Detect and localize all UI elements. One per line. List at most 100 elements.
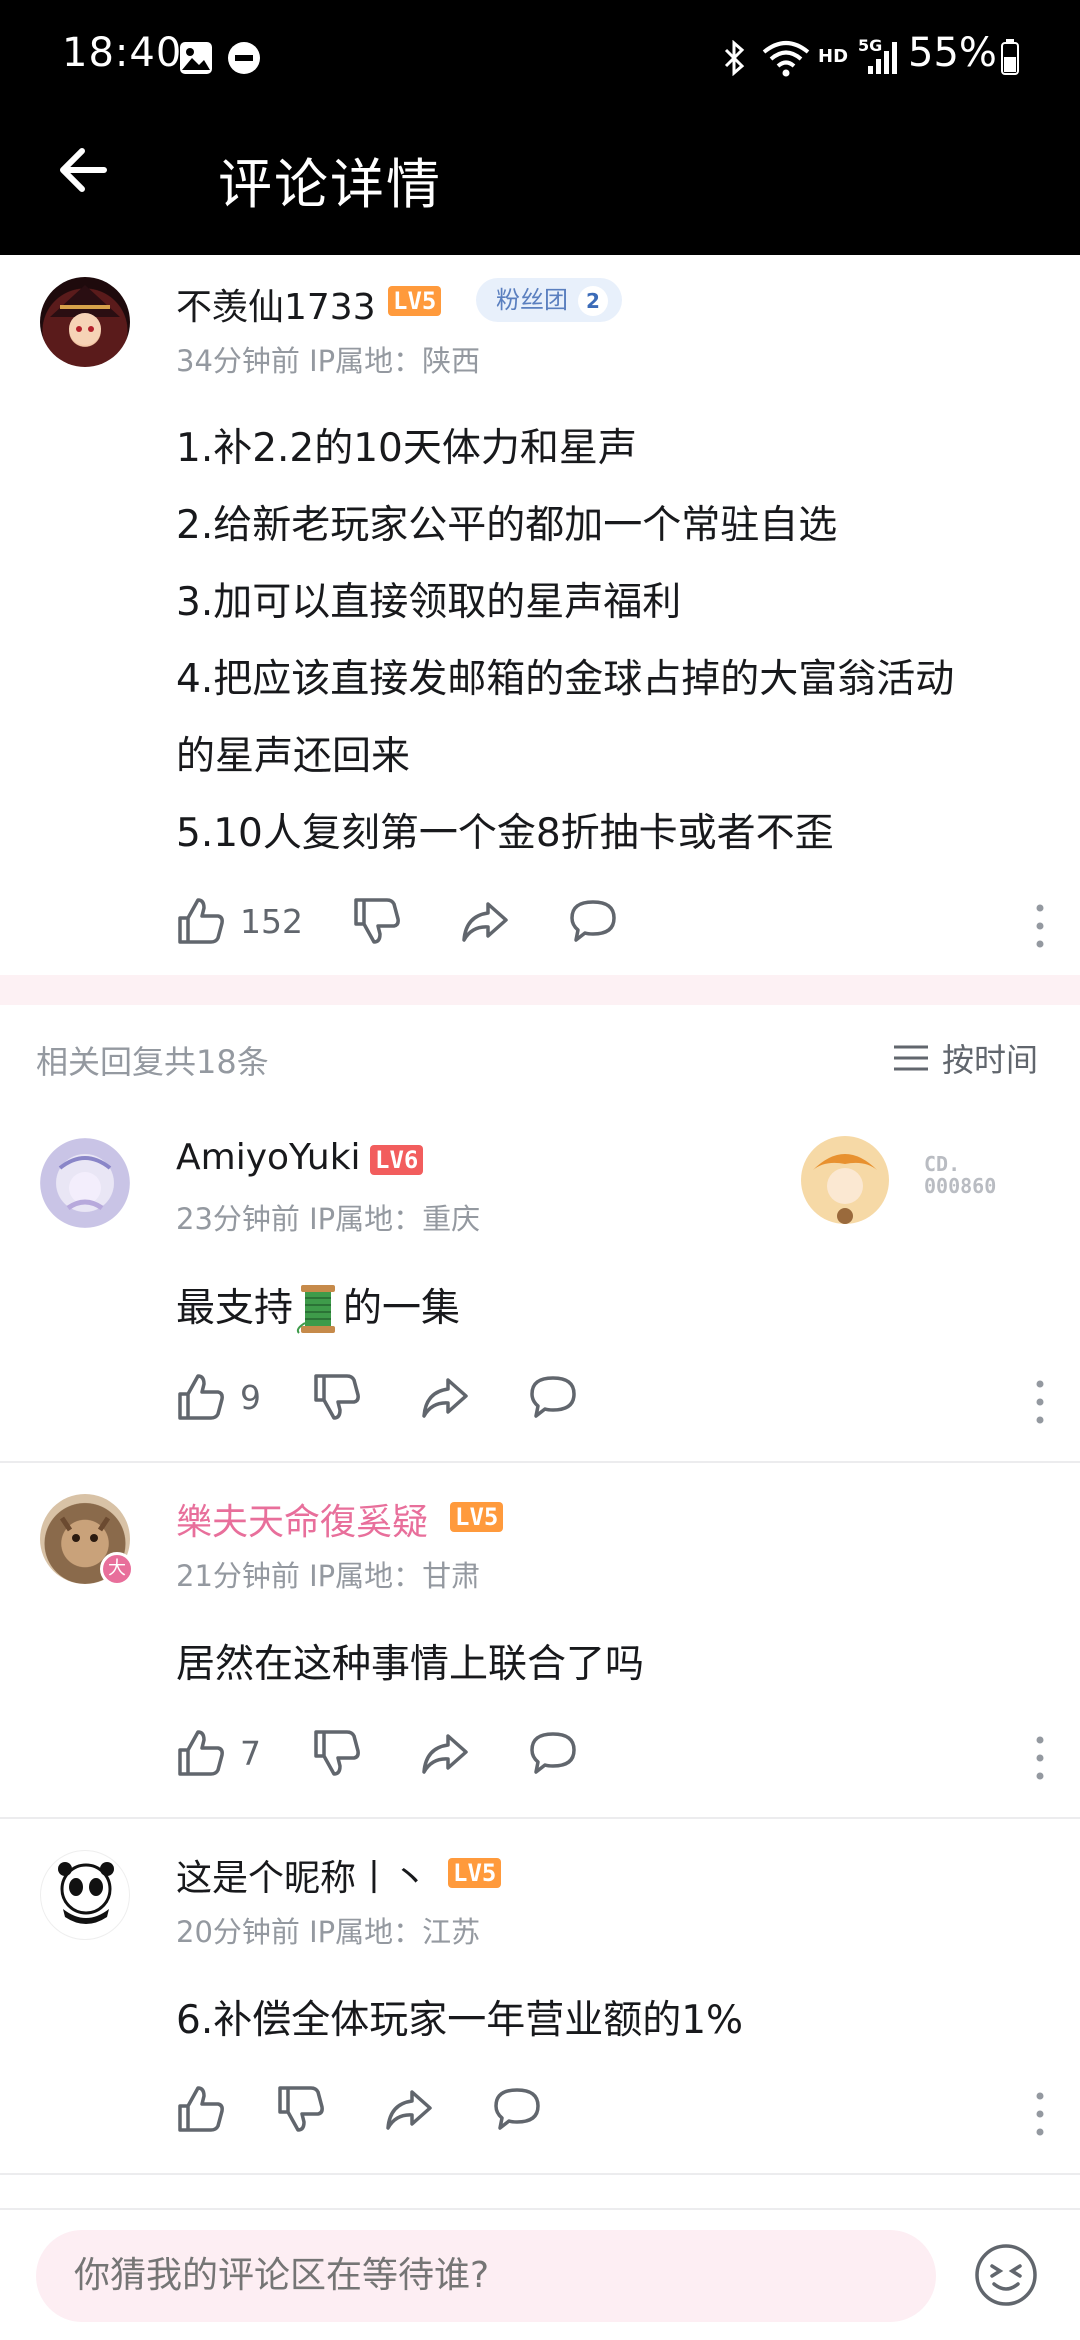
username[interactable]: 樂夫天命復奚疑 (176, 1493, 428, 1545)
sort-lines-icon (894, 1045, 928, 1071)
fan-club-level: 2 (578, 286, 608, 316)
comment-line: 5.10人复刻第一个金8折抽卡或者不歪 (176, 811, 834, 856)
dislike-button[interactable] (312, 1372, 362, 1422)
share-button[interactable] (460, 896, 510, 946)
share-icon (422, 1734, 468, 1774)
divider (0, 1817, 1080, 1819)
reply-count: 相关回复共18条 (36, 1043, 269, 1081)
like-button[interactable]: 9 (176, 1372, 261, 1422)
emoji-face-icon[interactable] (973, 2242, 1039, 2308)
battery-percent: 55% (908, 30, 997, 76)
thumb-down-icon (278, 2086, 324, 2132)
panda-avatar-icon (58, 1862, 114, 1924)
username[interactable]: 不羡仙1733 (176, 278, 376, 330)
avatar[interactable] (40, 1850, 130, 1940)
like-button[interactable]: 152 (176, 896, 303, 946)
thumb-down-icon (314, 1730, 360, 1776)
thumb-up-icon (178, 2086, 224, 2132)
more-options-icon[interactable] (1030, 1734, 1050, 1782)
share-icon (422, 1378, 468, 1418)
comment-body: 1.补2.2的10天体力和星声 2.给新老玩家公平的都加一个常驻自选 3.加可以… (176, 410, 954, 872)
avatar-art (58, 1156, 112, 1211)
image-icon (180, 42, 212, 74)
comment-body: 6.补偿全体玩家一年营业额的1% (176, 1998, 744, 2043)
username[interactable]: AmiyoYuki (176, 1137, 361, 1178)
like-count: 152 (240, 901, 303, 941)
back-arrow-icon[interactable] (50, 135, 120, 205)
comment-bubble-icon (530, 1376, 576, 1418)
thumb-up-icon (178, 1374, 224, 1420)
share-button[interactable] (420, 1728, 470, 1778)
comment-actions: 152 (176, 896, 1080, 956)
more-options-icon[interactable] (1030, 1378, 1050, 1426)
sort-label: 按时间 (942, 1041, 1039, 1079)
bluetooth-icon (724, 40, 745, 76)
dislike-button[interactable] (276, 2084, 326, 2134)
level-badge: LV5 (448, 1858, 502, 1888)
top-bar: 18:40 HD 5G 55% 评论详情 (0, 0, 1080, 255)
thumb-down-icon (314, 1374, 360, 1420)
level-badge: LV5 (450, 1502, 504, 1532)
avatar-art (50, 285, 120, 345)
fan-club-label: 粉丝团 (496, 286, 568, 314)
reply-button[interactable] (568, 896, 618, 946)
comment-bubble-icon (570, 900, 616, 942)
more-options-icon[interactable] (1030, 902, 1050, 950)
comment-body: 居然在这种事情上联合了吗 (176, 1642, 645, 1687)
comment-actions (176, 2084, 1080, 2144)
comment-bubble-icon (494, 2088, 540, 2130)
thumb-up-icon (178, 1730, 224, 1776)
dislike-button[interactable] (352, 896, 402, 946)
thumb-up-icon (178, 898, 224, 944)
share-button[interactable] (384, 2084, 434, 2134)
comment-line: 的星声还回来 (176, 734, 411, 779)
comment-meta: 21分钟前 IP属地：甘肃 (176, 1559, 481, 1593)
fan-card-number: CD. 000860 (924, 1153, 996, 1197)
comment-meta: 34分钟前 IP属地：陕西 (176, 344, 481, 378)
page-title: 评论详情 (218, 153, 442, 216)
comment-input-bar (0, 2208, 1080, 2340)
dislike-button[interactable] (312, 1728, 362, 1778)
divider (0, 1461, 1080, 1463)
fan-card-digits: 000860 (924, 1174, 997, 1198)
like-button[interactable]: 7 (176, 1728, 261, 1778)
share-icon (386, 2090, 432, 2130)
fan-card-prefix: CD. (924, 1152, 961, 1176)
username[interactable]: 这是个昵称丨丶 (176, 1849, 428, 1901)
wifi-icon (762, 41, 810, 77)
reply-button[interactable] (528, 1372, 578, 1422)
avatar[interactable] (40, 1138, 130, 1228)
like-count: 9 (240, 1377, 261, 1417)
avatar-badge: 大 (100, 1552, 134, 1586)
comment-meta: 23分钟前 IP属地：重庆 (176, 1202, 481, 1236)
level-badge: LV6 (370, 1145, 424, 1175)
comment-meta: 20分钟前 IP属地：江苏 (176, 1915, 481, 1949)
comment-bubble-icon (530, 1732, 576, 1774)
comment-body: 最支持 的一集 (176, 1270, 460, 1347)
network-hd-label: HD (818, 46, 849, 67)
fan-club-badge[interactable]: 粉丝团 2 (476, 278, 622, 322)
fan-card-pendant-icon[interactable] (795, 1130, 895, 1230)
battery-icon (1001, 39, 1019, 75)
signal-icon (868, 42, 897, 74)
like-button[interactable] (176, 2084, 240, 2134)
avatar[interactable] (40, 277, 130, 367)
reply-button[interactable] (528, 1728, 578, 1778)
level-badge: LV5 (388, 286, 442, 316)
reply-button[interactable] (492, 2084, 542, 2134)
thumb-down-icon (354, 898, 400, 944)
status-bar: 18:40 HD 5G 55% (0, 0, 1080, 115)
status-time: 18:40 (62, 30, 183, 76)
comment-input[interactable] (36, 2230, 936, 2322)
comment-line: 4.把应该直接发邮箱的金球占掉的大富翁活动 (176, 657, 955, 702)
spool-emoji-icon (296, 1284, 336, 1334)
comment-line: 3.加可以直接领取的星声福利 (176, 580, 682, 625)
comment-actions: 7 (176, 1728, 1080, 1788)
more-options-icon[interactable] (1030, 2090, 1050, 2138)
comment-line: 2.给新老玩家公平的都加一个常驻自选 (176, 503, 838, 548)
share-button[interactable] (420, 1372, 470, 1422)
sort-toggle[interactable]: 按时间 (892, 1035, 1038, 1081)
reply-text-before: 最支持 (176, 1286, 294, 1331)
minus-circle-icon (228, 42, 260, 74)
comment-line: 1.补2.2的10天体力和星声 (176, 426, 637, 471)
